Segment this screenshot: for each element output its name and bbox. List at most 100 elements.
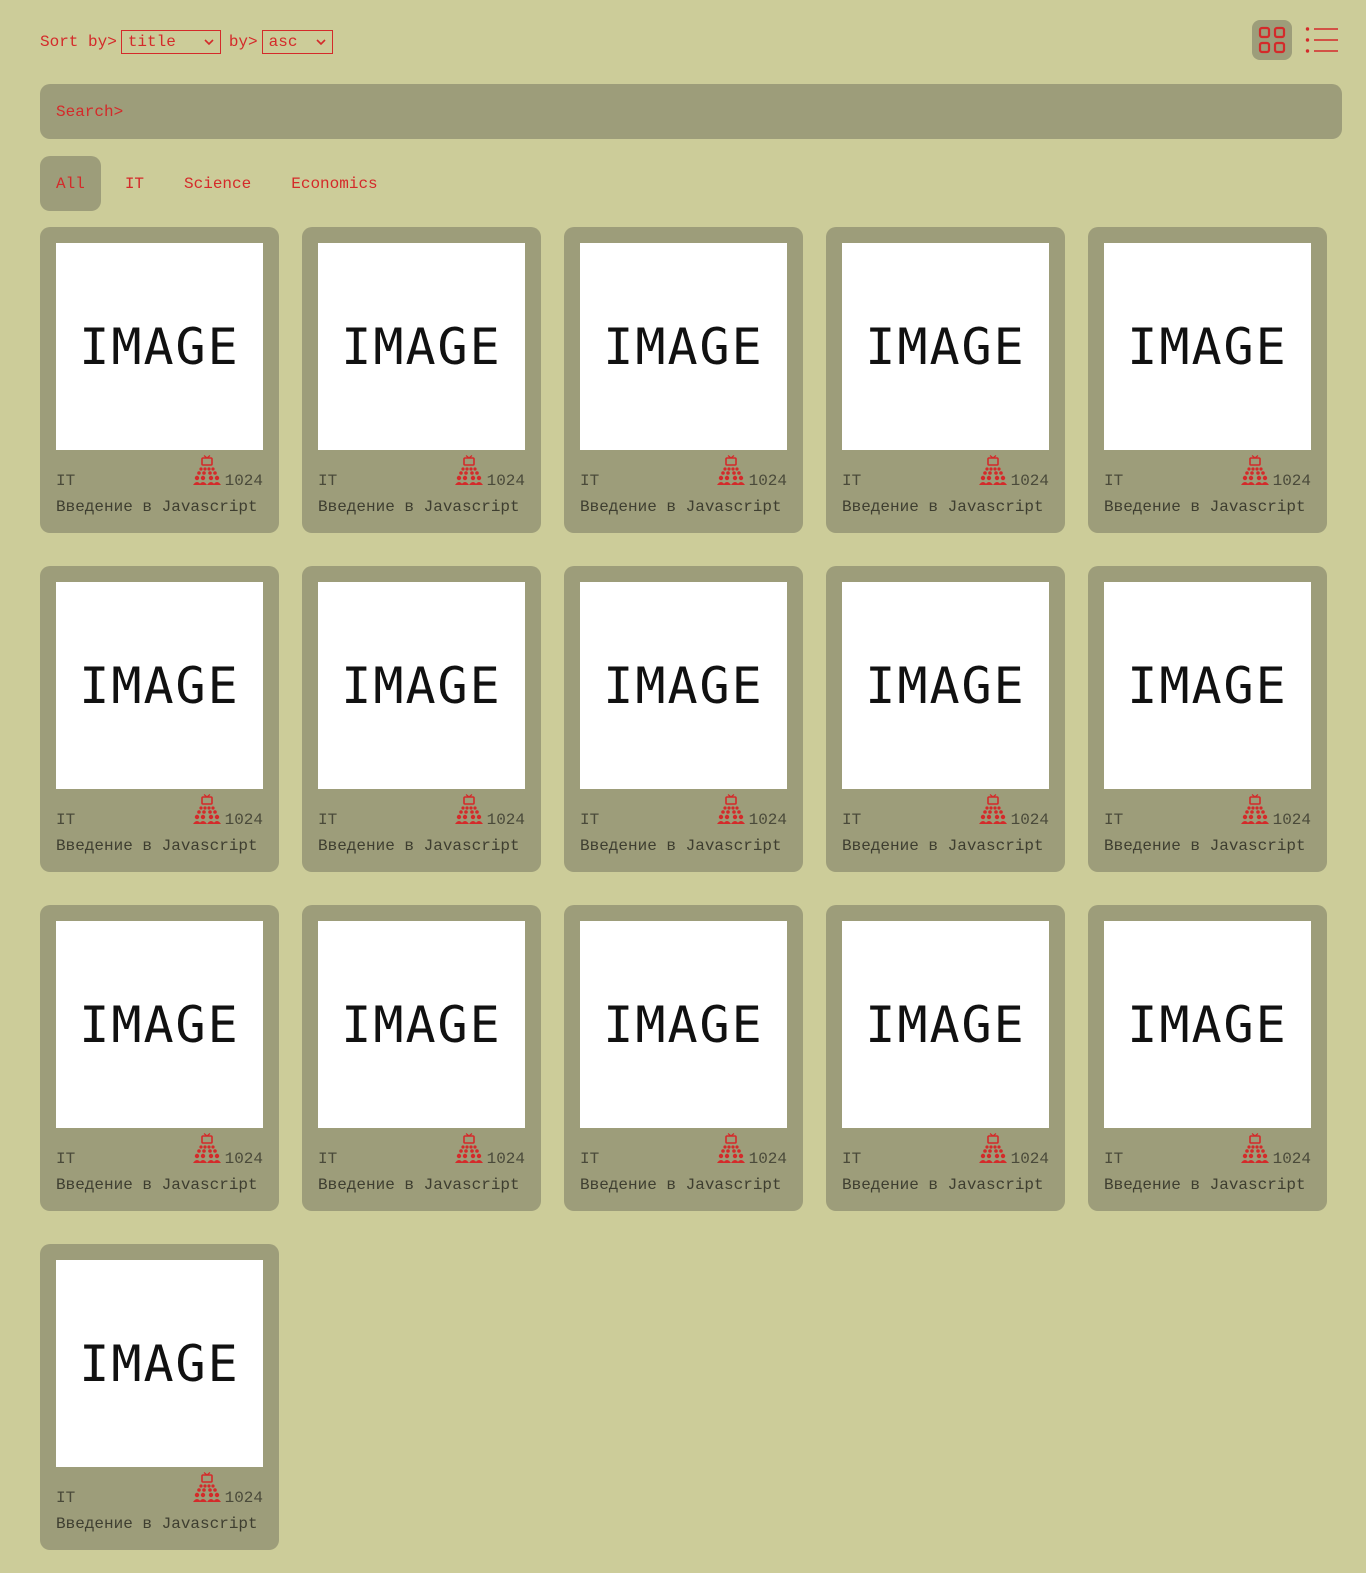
audience-icon — [715, 1133, 747, 1168]
audience-icon — [715, 794, 747, 829]
enrollment-count-value: 1024 — [1272, 811, 1311, 829]
enrollment-count: 1024 — [191, 794, 263, 829]
enrollment-count-value: 1024 — [224, 1150, 263, 1168]
course-card[interactable]: IMAGE IT 1024 Введение в Javascript — [302, 905, 541, 1211]
enrollment-count-value: 1024 — [224, 472, 263, 490]
course-category: IT — [1104, 811, 1124, 829]
enrollment-count: 1024 — [977, 1133, 1049, 1168]
course-meta: IT 1024 — [56, 455, 263, 490]
course-card[interactable]: IMAGE IT 1024 Введение в Javascript — [826, 566, 1065, 872]
tab-it[interactable]: IT — [109, 156, 160, 211]
course-title: Введение в Javascript — [318, 837, 520, 855]
course-category: IT — [842, 811, 862, 829]
enrollment-count-value: 1024 — [1010, 1150, 1049, 1168]
audience-icon — [977, 1133, 1009, 1168]
course-meta: IT 1024 — [580, 794, 787, 829]
course-title: Введение в Javascript — [56, 1176, 258, 1194]
enrollment-count: 1024 — [191, 1472, 263, 1507]
course-category: IT — [842, 472, 862, 490]
course-category: IT — [580, 1150, 600, 1168]
course-title: Введение в Javascript — [842, 1176, 1044, 1194]
enrollment-count-value: 1024 — [1010, 811, 1049, 829]
list-view-button[interactable] — [1302, 20, 1342, 60]
course-card[interactable]: IMAGE IT 1024 Введение в Javascript — [826, 227, 1065, 533]
audience-icon — [715, 455, 747, 490]
course-title: Введение в Javascript — [318, 498, 520, 516]
course-title: Введение в Javascript — [1104, 498, 1306, 516]
sort-order-select[interactable]: asc — [261, 30, 333, 54]
enrollment-count: 1024 — [453, 794, 525, 829]
course-image: IMAGE — [1104, 243, 1311, 450]
course-image: IMAGE — [318, 582, 525, 789]
enrollment-count-value: 1024 — [1272, 1150, 1311, 1168]
audience-icon — [1239, 794, 1271, 829]
course-category: IT — [1104, 1150, 1124, 1168]
enrollment-count: 1024 — [453, 1133, 525, 1168]
list-view-icon — [1305, 27, 1338, 53]
grid-view-button[interactable] — [1252, 20, 1292, 60]
course-card[interactable]: IMAGE IT 1024 Введение в Javascript — [40, 227, 279, 533]
course-category: IT — [56, 1489, 76, 1507]
course-category: IT — [842, 1150, 862, 1168]
course-title: Введение в Javascript — [842, 837, 1044, 855]
course-meta: IT 1024 — [580, 455, 787, 490]
course-category: IT — [56, 811, 76, 829]
audience-icon — [453, 455, 485, 490]
enrollment-count-value: 1024 — [224, 1489, 263, 1507]
course-image: IMAGE — [56, 1260, 263, 1467]
audience-icon — [453, 1133, 485, 1168]
course-meta: IT 1024 — [842, 794, 1049, 829]
course-card[interactable]: IMAGE IT 1024 Введение в Javascript — [302, 227, 541, 533]
chevron-down-icon — [316, 39, 326, 46]
tab-all[interactable]: All — [40, 156, 101, 211]
sort-label: Sort by> — [40, 33, 117, 51]
enrollment-count-value: 1024 — [224, 811, 263, 829]
course-image: IMAGE — [580, 921, 787, 1128]
tab-economics[interactable]: Economics — [275, 156, 393, 211]
course-title: Введение в Javascript — [318, 1176, 520, 1194]
course-category: IT — [580, 472, 600, 490]
course-card[interactable]: IMAGE IT 1024 Введение в Javascript — [302, 566, 541, 872]
audience-icon — [191, 455, 223, 490]
course-title: Введение в Javascript — [1104, 1176, 1306, 1194]
course-image: IMAGE — [318, 921, 525, 1128]
course-meta: IT 1024 — [318, 1133, 525, 1168]
course-title: Введение в Javascript — [56, 1515, 258, 1533]
audience-icon — [1239, 455, 1271, 490]
grid-view-icon — [1258, 26, 1286, 54]
enrollment-count: 1024 — [191, 455, 263, 490]
sort-field-select[interactable]: title — [120, 30, 221, 54]
course-image: IMAGE — [318, 243, 525, 450]
enrollment-count-value: 1024 — [486, 811, 525, 829]
course-category: IT — [580, 811, 600, 829]
tab-science[interactable]: Science — [168, 156, 267, 211]
course-meta: IT 1024 — [56, 1472, 263, 1507]
view-toggle-group — [1252, 20, 1342, 60]
course-image: IMAGE — [842, 921, 1049, 1128]
course-card[interactable]: IMAGE IT 1024 Введение в Javascript — [1088, 227, 1327, 533]
course-title: Введение в Javascript — [580, 498, 782, 516]
enrollment-count: 1024 — [715, 1133, 787, 1168]
course-card[interactable]: IMAGE IT 1024 Введение в Javascript — [40, 1244, 279, 1550]
search-input[interactable]: Search> — [40, 84, 1342, 139]
course-card[interactable]: IMAGE IT 1024 Введение в Javascript — [40, 566, 279, 872]
course-meta: IT 1024 — [842, 1133, 1049, 1168]
course-card[interactable]: IMAGE IT 1024 Введение в Javascript — [40, 905, 279, 1211]
course-card[interactable]: IMAGE IT 1024 Введение в Javascript — [564, 566, 803, 872]
audience-icon — [191, 1472, 223, 1507]
course-card[interactable]: IMAGE IT 1024 Введение в Javascript — [1088, 905, 1327, 1211]
audience-icon — [977, 794, 1009, 829]
course-image: IMAGE — [580, 243, 787, 450]
course-card[interactable]: IMAGE IT 1024 Введение в Javascript — [564, 905, 803, 1211]
course-meta: IT 1024 — [56, 794, 263, 829]
course-card[interactable]: IMAGE IT 1024 Введение в Javascript — [826, 905, 1065, 1211]
course-card[interactable]: IMAGE IT 1024 Введение в Javascript — [564, 227, 803, 533]
enrollment-count: 1024 — [715, 794, 787, 829]
course-card[interactable]: IMAGE IT 1024 Введение в Javascript — [1088, 566, 1327, 872]
course-category: IT — [318, 811, 338, 829]
course-category: IT — [56, 1150, 76, 1168]
enrollment-count: 1024 — [1239, 794, 1311, 829]
course-title: Введение в Javascript — [580, 1176, 782, 1194]
course-meta: IT 1024 — [842, 455, 1049, 490]
course-category: IT — [1104, 472, 1124, 490]
